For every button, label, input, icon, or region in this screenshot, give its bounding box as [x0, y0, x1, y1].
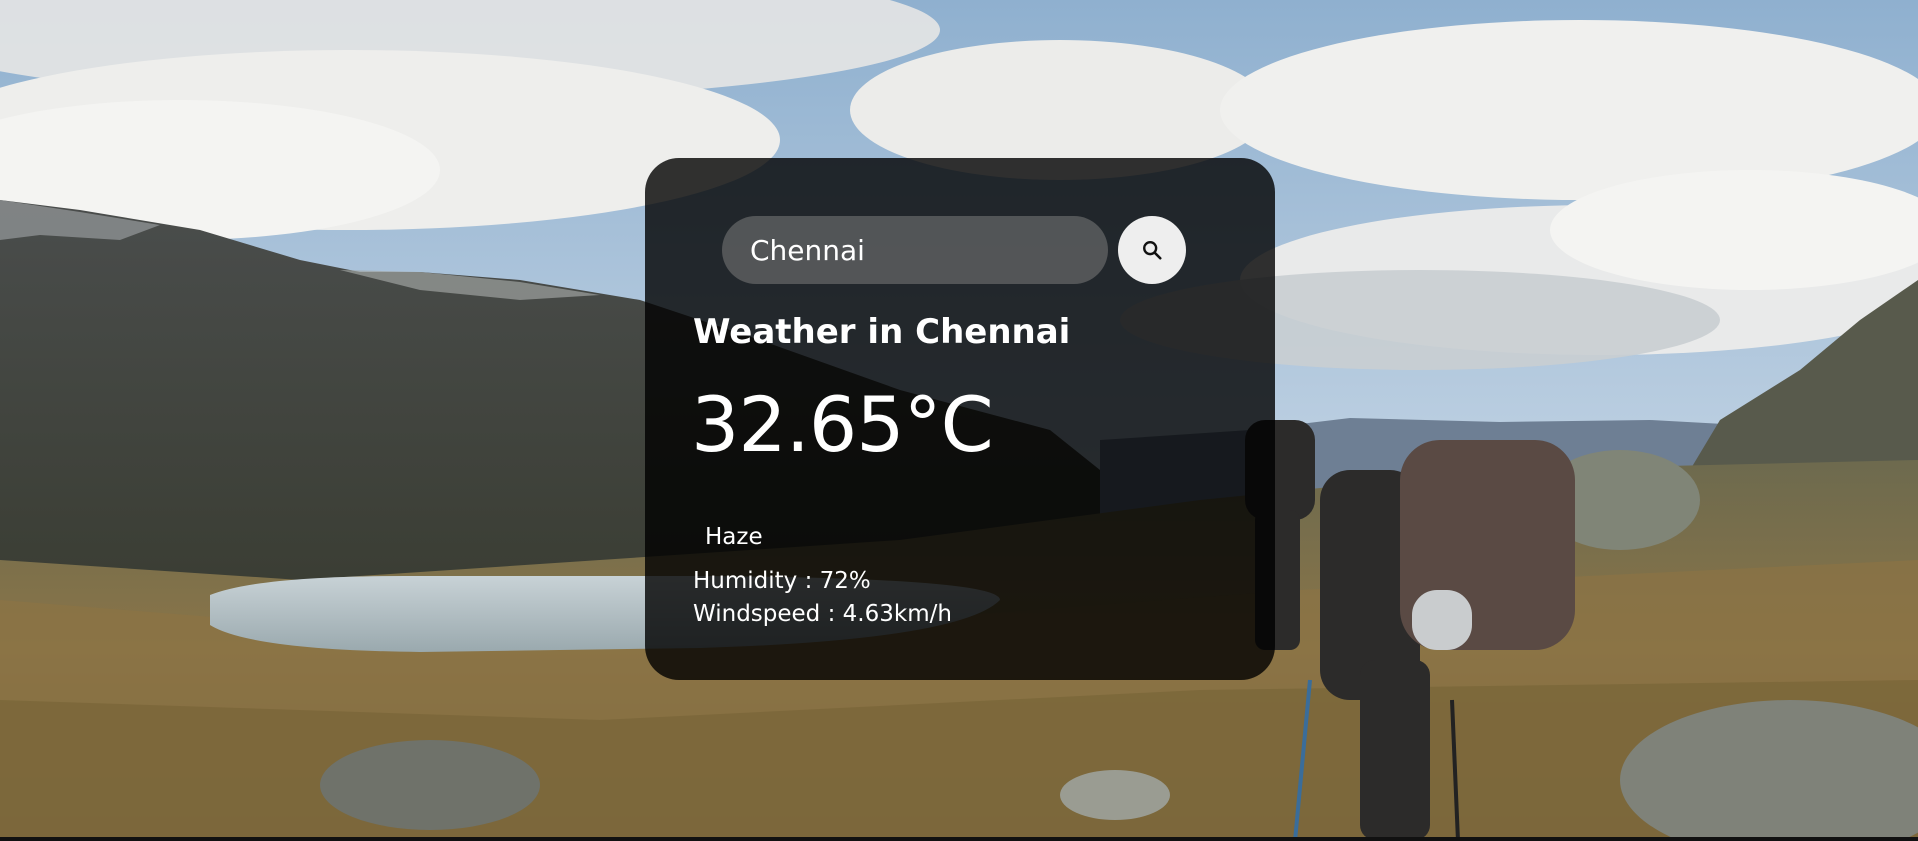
- bottom-border: [0, 837, 1918, 841]
- weather-card: Weather in Chennai 32.65°C Haze Humidity…: [645, 158, 1275, 680]
- temperature-value: 32.65°C: [691, 380, 994, 469]
- search-icon: [1143, 241, 1162, 260]
- humidity-value: Humidity : 72%: [693, 568, 871, 594]
- city-title: Weather in Chennai: [693, 312, 1071, 352]
- search-bar: [722, 216, 1186, 284]
- search-button[interactable]: [1118, 216, 1186, 284]
- windspeed-value: Windspeed : 4.63km/h: [693, 601, 952, 627]
- weather-description: Haze: [705, 524, 763, 550]
- search-input[interactable]: [722, 216, 1108, 284]
